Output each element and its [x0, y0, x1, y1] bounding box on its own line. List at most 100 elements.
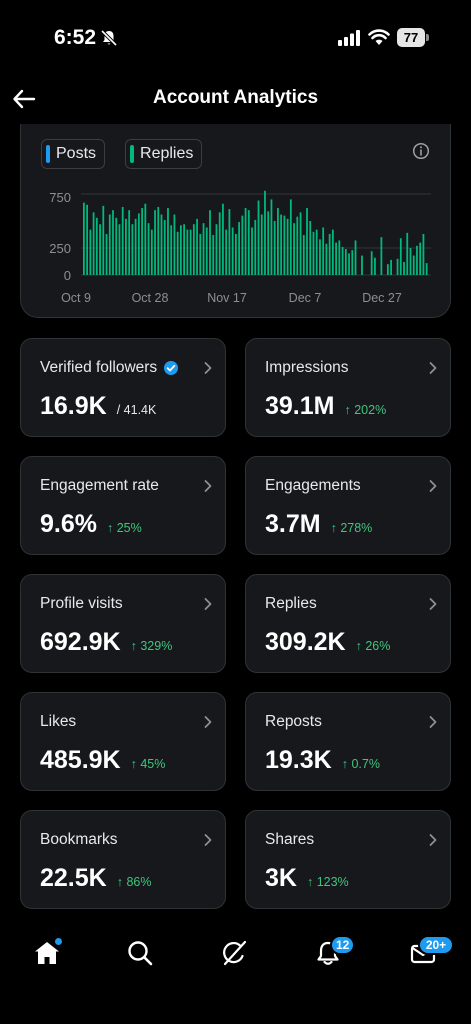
metric-card-bookmarks[interactable]: Bookmarks 22.5K ↑ 86%: [20, 810, 226, 909]
metric-label: Verified followers: [40, 359, 179, 377]
replies-bar-chart: 750 250 0 Oct 9 Oct 28 Nov 17 Dec 7 Dec …: [49, 190, 431, 305]
metric-card-engagements[interactable]: Engagements 3.7M ↑ 278%: [245, 456, 451, 555]
nav-home[interactable]: [20, 937, 74, 973]
bar-replies: [102, 205, 105, 275]
status-bar: 6:52 77: [0, 0, 471, 72]
metric-value-row: 22.5K ↑ 86%: [40, 864, 151, 893]
bar-replies: [157, 206, 160, 275]
bar-replies: [386, 264, 389, 275]
bar-replies: [280, 214, 283, 275]
x-tick-dec27: Dec 27: [362, 291, 402, 305]
bar-replies: [302, 235, 305, 275]
metric-label-text: Replies: [265, 595, 317, 612]
bar-replies: [170, 225, 173, 275]
bar-replies: [315, 229, 318, 275]
bar-replies: [209, 210, 211, 275]
bar-replies: [108, 214, 111, 275]
metric-card-verified-followers[interactable]: Verified followers 16.9K / 41.4K: [20, 338, 226, 437]
bar-replies: [222, 203, 224, 275]
chevron-right-icon: [429, 716, 437, 728]
bar-replies: [199, 233, 202, 275]
bar-replies: [160, 214, 163, 275]
metric-value: 3.7M: [265, 510, 321, 538]
bar-replies: [112, 210, 114, 275]
bar-replies: [186, 229, 189, 275]
metric-change: ↑ 25%: [106, 521, 142, 535]
bar-replies: [425, 263, 428, 275]
bar-replies: [202, 223, 205, 275]
bar-replies: [419, 242, 422, 275]
bar-replies: [283, 215, 286, 275]
metric-card-likes[interactable]: Likes 485.9K ↑ 45%: [20, 692, 226, 791]
page-title: Account Analytics: [152, 87, 319, 108]
chevron-right-icon: [429, 598, 437, 610]
bar-replies: [306, 208, 308, 275]
bar-replies: [241, 215, 244, 275]
bar-replies: [412, 255, 415, 275]
verified-badge-icon: [164, 361, 179, 375]
bar-replies: [92, 212, 95, 275]
bar-replies: [95, 217, 98, 275]
bar-replies: [225, 229, 228, 275]
bar-replies: [361, 255, 363, 275]
x-tick-dec7: Dec 7: [289, 291, 322, 305]
nav-search[interactable]: [113, 939, 167, 973]
bar-replies: [335, 242, 337, 275]
legend-replies[interactable]: Replies: [125, 139, 203, 169]
bar-replies: [231, 227, 234, 275]
bell-off-icon: [100, 29, 118, 47]
metric-value: 692.9K: [40, 628, 121, 656]
status-time: 6:52: [54, 26, 97, 49]
bar-replies: [244, 208, 247, 275]
bar-replies: [147, 223, 150, 275]
metric-label: Shares: [265, 831, 314, 849]
metric-card-reposts[interactable]: Reposts 19.3K ↑ 0.7%: [245, 692, 451, 791]
chevron-right-icon: [204, 598, 212, 610]
x-tick-oct9: Oct 9: [61, 291, 91, 305]
metric-label-text: Engagements: [265, 477, 361, 494]
metric-change: ↑ 86%: [116, 875, 152, 889]
metric-label: Reposts: [265, 713, 322, 731]
bar-replies: [338, 240, 341, 275]
metric-value-row: 19.3K ↑ 0.7%: [265, 746, 380, 775]
bar-replies: [125, 218, 127, 275]
bar-replies: [141, 208, 143, 275]
metric-label: Likes: [40, 713, 76, 731]
legend-posts[interactable]: Posts: [41, 139, 106, 169]
metric-card-impressions[interactable]: Impressions 39.1M ↑ 202%: [245, 338, 451, 437]
bar-replies: [118, 224, 121, 275]
metric-card-profile-visits[interactable]: Profile visits 692.9K ↑ 329%: [20, 574, 226, 673]
bar-replies: [264, 190, 266, 275]
metric-label: Bookmarks: [40, 831, 118, 849]
nav-messages[interactable]: 20+: [396, 935, 454, 973]
metric-value: 16.9K: [40, 392, 107, 420]
info-icon[interactable]: [412, 142, 430, 160]
legend-label-posts: Posts: [56, 145, 97, 162]
chart-legend: Posts Replies: [41, 139, 203, 169]
metric-card-shares[interactable]: Shares 3K ↑ 123%: [245, 810, 451, 909]
bar-replies: [260, 214, 263, 275]
bar-replies: [183, 224, 186, 275]
bar-replies: [277, 208, 279, 275]
chevron-right-icon: [204, 362, 212, 374]
metric-card-engagement-rate[interactable]: Engagement rate 9.6% ↑ 25%: [20, 456, 226, 555]
chevron-right-icon: [429, 834, 437, 846]
metric-change: ↑ 278%: [330, 521, 373, 535]
metric-change: ↑ 123%: [306, 875, 349, 889]
bar-replies: [83, 202, 85, 275]
metric-value: 19.3K: [265, 746, 332, 774]
bar-replies: [299, 212, 302, 275]
bar-replies: [319, 239, 321, 275]
nav-notifications[interactable]: 12: [301, 935, 356, 973]
metric-change: ↑ 26%: [355, 639, 391, 653]
nav-grok[interactable]: [207, 939, 261, 973]
bar-replies: [354, 240, 357, 275]
metric-value: 3K: [265, 864, 297, 892]
bar-replies: [331, 229, 334, 275]
metric-value-row: 16.9K / 41.4K: [40, 392, 156, 421]
metric-card-replies[interactable]: Replies 309.2K ↑ 26%: [245, 574, 451, 673]
y-tick-0: 0: [64, 268, 71, 283]
bar-replies: [309, 221, 312, 275]
metric-change: ↑ 0.7%: [341, 757, 380, 771]
metric-change: ↑ 45%: [130, 757, 166, 771]
